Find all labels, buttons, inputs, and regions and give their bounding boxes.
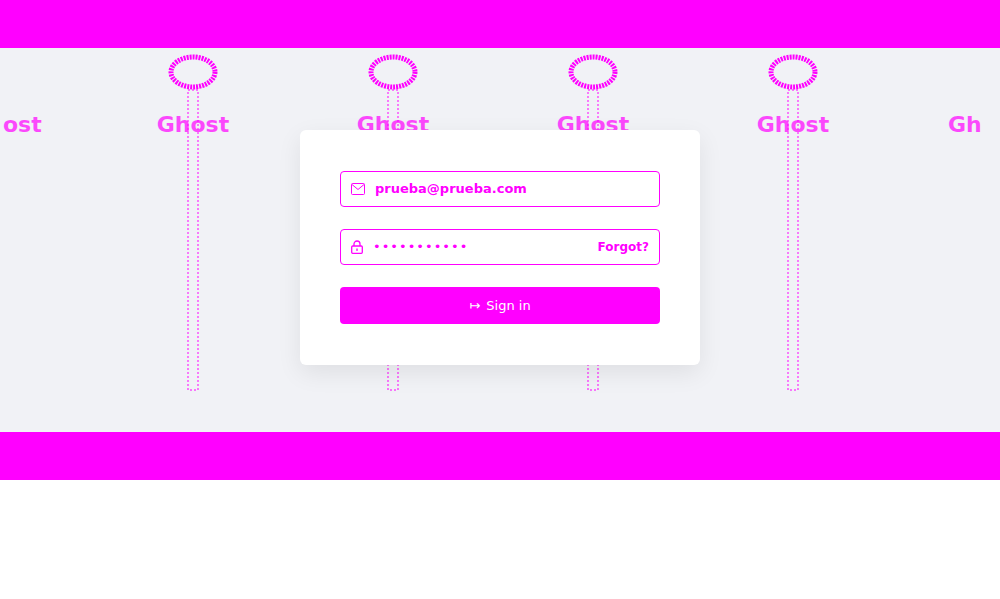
email-field[interactable]: [340, 171, 660, 207]
arrow-icon: ↦: [469, 296, 480, 316]
watermark: Ghost: [693, 48, 893, 432]
password-field[interactable]: ••••••••••• Forgot?: [340, 229, 660, 265]
watermark-text: Ghost: [157, 108, 229, 141]
key-icon: [163, 54, 223, 399]
watermark-text: Gh: [948, 108, 982, 141]
watermark: ost: [0, 48, 93, 432]
top-band: [0, 0, 1000, 48]
login-area: ostGhostGhostGhostGhostGh ••••••••••• Fo…: [0, 48, 1000, 432]
mail-icon: [351, 183, 365, 195]
watermark: Ghost: [93, 48, 293, 432]
key-icon: [763, 54, 823, 399]
email-input[interactable]: [375, 179, 649, 199]
sign-in-button[interactable]: ↦ Sign in: [340, 287, 660, 324]
lock-icon: [351, 240, 363, 254]
watermark-text: Ghost: [757, 108, 829, 141]
password-value[interactable]: •••••••••••: [373, 237, 588, 257]
watermark-text: ost: [3, 108, 42, 141]
sign-in-label: Sign in: [486, 296, 530, 316]
watermark: Gh: [893, 48, 1000, 432]
forgot-link[interactable]: Forgot?: [598, 238, 649, 256]
bottom-band: [0, 432, 1000, 480]
login-card: ••••••••••• Forgot? ↦ Sign in: [300, 130, 700, 365]
